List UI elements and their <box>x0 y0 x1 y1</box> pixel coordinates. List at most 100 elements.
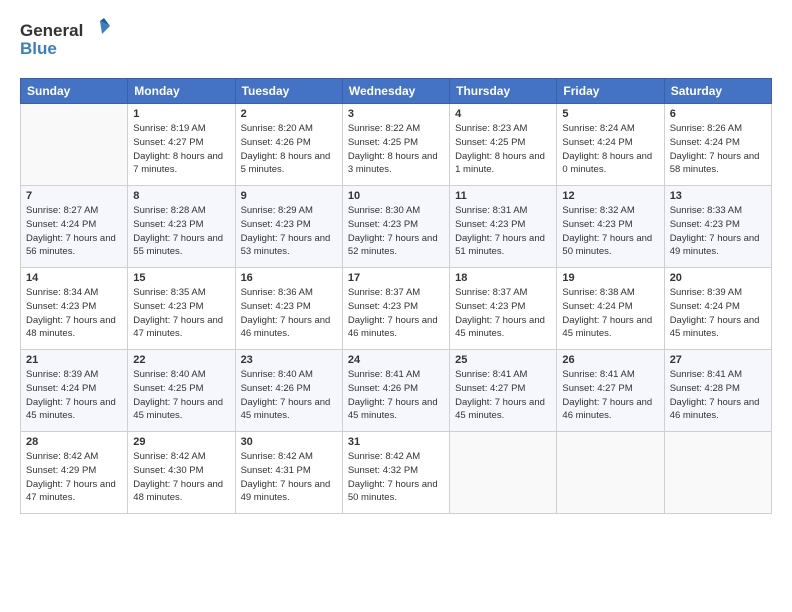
day-info: Sunrise: 8:40 AMSunset: 4:26 PMDaylight:… <box>241 368 337 423</box>
calendar-cell: 8Sunrise: 8:28 AMSunset: 4:23 PMDaylight… <box>128 186 235 268</box>
header-row: SundayMondayTuesdayWednesdayThursdayFrid… <box>21 79 772 104</box>
day-number: 11 <box>455 190 551 202</box>
day-info: Sunrise: 8:24 AMSunset: 4:24 PMDaylight:… <box>562 122 658 177</box>
day-header-monday: Monday <box>128 79 235 104</box>
day-number: 18 <box>455 272 551 284</box>
day-info: Sunrise: 8:42 AMSunset: 4:29 PMDaylight:… <box>26 450 122 505</box>
page: General Blue SundayMondayTuesdayWednesda… <box>0 0 792 612</box>
day-info: Sunrise: 8:38 AMSunset: 4:24 PMDaylight:… <box>562 286 658 341</box>
calendar-cell: 9 Sunrise: 8:29 AMSunset: 4:23 PMDaylight… <box>235 186 342 268</box>
logo: General Blue <box>20 16 110 66</box>
day-info: Sunrise: 8:19 AMSunset: 4:27 PMDaylight:… <box>133 122 229 177</box>
calendar-cell: 17 Sunrise: 8:37 AMSunset: 4:23 PMDayligh… <box>342 268 449 350</box>
day-number: 25 <box>455 354 551 366</box>
calendar-cell: 5 Sunrise: 8:24 AMSunset: 4:24 PMDaylight… <box>557 104 664 186</box>
calendar-cell <box>21 104 128 186</box>
day-info: Sunrise: 8:41 AMSunset: 4:28 PMDaylight:… <box>670 368 766 423</box>
day-number: 26 <box>562 354 658 366</box>
week-row-2: 7Sunrise: 8:27 AMSunset: 4:24 PMDaylight… <box>21 186 772 268</box>
day-info: Sunrise: 8:29 AMSunset: 4:23 PMDaylight:… <box>241 204 337 259</box>
day-info: Sunrise: 8:39 AMSunset: 4:24 PMDaylight:… <box>670 286 766 341</box>
calendar-table: SundayMondayTuesdayWednesdayThursdayFrid… <box>20 78 772 514</box>
day-number: 31 <box>348 436 444 448</box>
day-number: 9 <box>241 190 337 202</box>
week-row-1: 1 Sunrise: 8:19 AMSunset: 4:27 PMDaylight… <box>21 104 772 186</box>
day-info: Sunrise: 8:20 AMSunset: 4:26 PMDaylight:… <box>241 122 337 177</box>
day-info: Sunrise: 8:26 AMSunset: 4:24 PMDaylight:… <box>670 122 766 177</box>
day-header-sunday: Sunday <box>21 79 128 104</box>
calendar-cell: 22 Sunrise: 8:40 AMSunset: 4:25 PMDayligh… <box>128 350 235 432</box>
calendar-cell: 26 Sunrise: 8:41 AMSunset: 4:27 PMDayligh… <box>557 350 664 432</box>
day-number: 22 <box>133 354 229 366</box>
calendar-cell: 18 Sunrise: 8:37 AMSunset: 4:23 PMDayligh… <box>450 268 557 350</box>
day-number: 2 <box>241 108 337 120</box>
day-number: 15 <box>133 272 229 284</box>
calendar-cell: 14Sunrise: 8:34 AMSunset: 4:23 PMDayligh… <box>21 268 128 350</box>
calendar-cell <box>664 432 771 514</box>
calendar-cell: 23 Sunrise: 8:40 AMSunset: 4:26 PMDayligh… <box>235 350 342 432</box>
svg-text:General: General <box>20 21 83 40</box>
day-number: 19 <box>562 272 658 284</box>
calendar-cell: 31 Sunrise: 8:42 AMSunset: 4:32 PMDayligh… <box>342 432 449 514</box>
calendar-cell <box>557 432 664 514</box>
week-row-4: 21Sunrise: 8:39 AMSunset: 4:24 PMDayligh… <box>21 350 772 432</box>
calendar-cell: 30 Sunrise: 8:42 AMSunset: 4:31 PMDayligh… <box>235 432 342 514</box>
calendar-cell: 12Sunrise: 8:32 AMSunset: 4:23 PMDayligh… <box>557 186 664 268</box>
day-info: Sunrise: 8:39 AMSunset: 4:24 PMDaylight:… <box>26 368 122 423</box>
day-number: 30 <box>241 436 337 448</box>
day-number: 1 <box>133 108 229 120</box>
calendar-cell: 20 Sunrise: 8:39 AMSunset: 4:24 PMDayligh… <box>664 268 771 350</box>
day-number: 20 <box>670 272 766 284</box>
day-info: Sunrise: 8:33 AMSunset: 4:23 PMDaylight:… <box>670 204 766 259</box>
day-info: Sunrise: 8:22 AMSunset: 4:25 PMDaylight:… <box>348 122 444 177</box>
calendar-cell <box>450 432 557 514</box>
day-info: Sunrise: 8:41 AMSunset: 4:27 PMDaylight:… <box>455 368 551 423</box>
week-row-3: 14Sunrise: 8:34 AMSunset: 4:23 PMDayligh… <box>21 268 772 350</box>
day-number: 3 <box>348 108 444 120</box>
day-number: 4 <box>455 108 551 120</box>
calendar-cell: 21Sunrise: 8:39 AMSunset: 4:24 PMDayligh… <box>21 350 128 432</box>
day-info: Sunrise: 8:37 AMSunset: 4:23 PMDaylight:… <box>348 286 444 341</box>
calendar-cell: 7Sunrise: 8:27 AMSunset: 4:24 PMDaylight… <box>21 186 128 268</box>
day-header-wednesday: Wednesday <box>342 79 449 104</box>
day-info: Sunrise: 8:42 AMSunset: 4:31 PMDaylight:… <box>241 450 337 505</box>
calendar-cell: 24Sunrise: 8:41 AMSunset: 4:26 PMDayligh… <box>342 350 449 432</box>
calendar-cell: 27Sunrise: 8:41 AMSunset: 4:28 PMDayligh… <box>664 350 771 432</box>
calendar-cell: 29Sunrise: 8:42 AMSunset: 4:30 PMDayligh… <box>128 432 235 514</box>
header: General Blue <box>20 16 772 66</box>
calendar-cell: 1 Sunrise: 8:19 AMSunset: 4:27 PMDaylight… <box>128 104 235 186</box>
svg-text:Blue: Blue <box>20 39 57 58</box>
calendar-cell: 6Sunrise: 8:26 AMSunset: 4:24 PMDaylight… <box>664 104 771 186</box>
week-row-5: 28Sunrise: 8:42 AMSunset: 4:29 PMDayligh… <box>21 432 772 514</box>
day-info: Sunrise: 8:40 AMSunset: 4:25 PMDaylight:… <box>133 368 229 423</box>
day-number: 16 <box>241 272 337 284</box>
logo-svg: General Blue <box>20 16 110 66</box>
day-info: Sunrise: 8:23 AMSunset: 4:25 PMDaylight:… <box>455 122 551 177</box>
calendar-cell: 11Sunrise: 8:31 AMSunset: 4:23 PMDayligh… <box>450 186 557 268</box>
day-header-tuesday: Tuesday <box>235 79 342 104</box>
calendar-cell: 28Sunrise: 8:42 AMSunset: 4:29 PMDayligh… <box>21 432 128 514</box>
calendar-cell: 2 Sunrise: 8:20 AMSunset: 4:26 PMDaylight… <box>235 104 342 186</box>
day-info: Sunrise: 8:28 AMSunset: 4:23 PMDaylight:… <box>133 204 229 259</box>
day-info: Sunrise: 8:37 AMSunset: 4:23 PMDaylight:… <box>455 286 551 341</box>
calendar-cell: 10Sunrise: 8:30 AMSunset: 4:23 PMDayligh… <box>342 186 449 268</box>
day-header-friday: Friday <box>557 79 664 104</box>
day-number: 29 <box>133 436 229 448</box>
day-number: 7 <box>26 190 122 202</box>
day-info: Sunrise: 8:32 AMSunset: 4:23 PMDaylight:… <box>562 204 658 259</box>
day-header-saturday: Saturday <box>664 79 771 104</box>
day-info: Sunrise: 8:35 AMSunset: 4:23 PMDaylight:… <box>133 286 229 341</box>
day-info: Sunrise: 8:42 AMSunset: 4:32 PMDaylight:… <box>348 450 444 505</box>
calendar-cell: 15 Sunrise: 8:35 AMSunset: 4:23 PMDayligh… <box>128 268 235 350</box>
calendar-cell: 3 Sunrise: 8:22 AMSunset: 4:25 PMDaylight… <box>342 104 449 186</box>
day-number: 23 <box>241 354 337 366</box>
day-info: Sunrise: 8:41 AMSunset: 4:27 PMDaylight:… <box>562 368 658 423</box>
day-info: Sunrise: 8:30 AMSunset: 4:23 PMDaylight:… <box>348 204 444 259</box>
day-number: 17 <box>348 272 444 284</box>
day-info: Sunrise: 8:41 AMSunset: 4:26 PMDaylight:… <box>348 368 444 423</box>
day-info: Sunrise: 8:36 AMSunset: 4:23 PMDaylight:… <box>241 286 337 341</box>
calendar-cell: 4 Sunrise: 8:23 AMSunset: 4:25 PMDaylight… <box>450 104 557 186</box>
calendar-cell: 13Sunrise: 8:33 AMSunset: 4:23 PMDayligh… <box>664 186 771 268</box>
day-number: 5 <box>562 108 658 120</box>
calendar-cell: 19 Sunrise: 8:38 AMSunset: 4:24 PMDayligh… <box>557 268 664 350</box>
